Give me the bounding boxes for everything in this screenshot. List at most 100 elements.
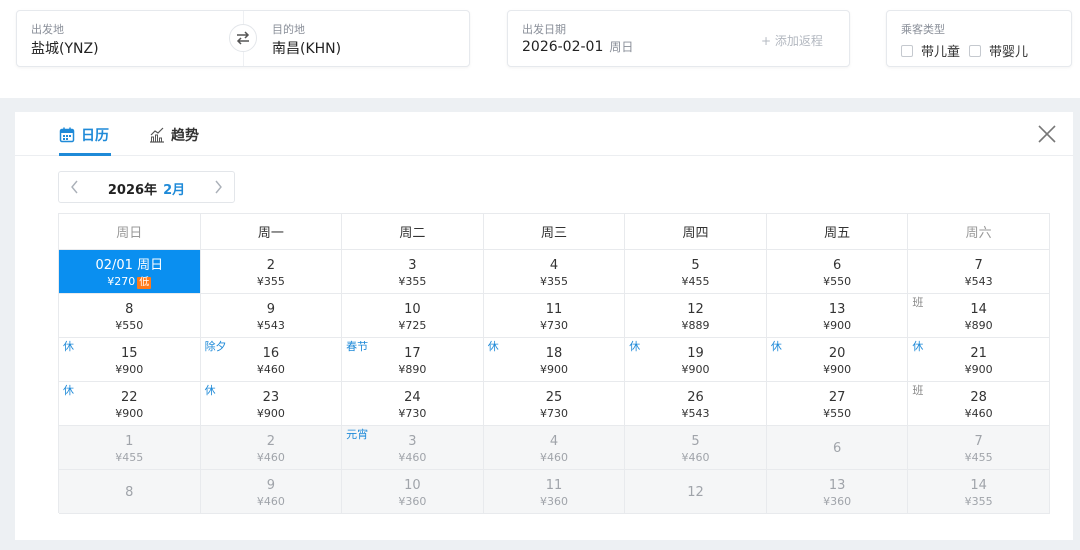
calendar-day[interactable]: 4 ¥460 [483, 426, 626, 470]
calendar-day[interactable]: 4 ¥355 [483, 250, 626, 294]
calendar-day[interactable]: 9 ¥460 [200, 470, 343, 514]
date-card: 出发日期 2026-02-01 周日 + 添加返程 [507, 10, 850, 67]
day-price: ¥900 [539, 363, 568, 376]
day-number: 13 [828, 478, 846, 493]
day-price: ¥900 [256, 407, 285, 420]
calendar-day[interactable]: 11 ¥360 [483, 470, 626, 514]
day-price-row: ¥360 [342, 496, 483, 508]
calendar-day[interactable]: 13 ¥360 [766, 470, 909, 514]
origin-field[interactable]: 出发地 盐城(YNZ) [17, 11, 227, 66]
calendar-day[interactable]: 14 ¥355 [908, 470, 1050, 514]
calendar-week-row: 02/01 周日 ¥270 低 2 ¥355 3 ¥355 4 ¥355 5 ¥455 6 ¥550 7 ¥… [59, 250, 1050, 294]
departure-date-field[interactable]: 出发日期 2026-02-01 周日 [508, 11, 738, 66]
calendar-day[interactable]: 8 [59, 470, 201, 514]
calendar-day[interactable]: 5 ¥455 [625, 250, 767, 294]
add-return-button[interactable]: + 添加返程 [761, 32, 823, 49]
calendar-day[interactable]: 26 ¥543 [625, 382, 767, 426]
day-price: ¥355 [964, 495, 993, 508]
close-button[interactable] [1037, 124, 1057, 144]
calendar-day[interactable]: 10 ¥360 [342, 470, 484, 514]
day-price-row: ¥355 [201, 276, 342, 288]
day-number: 12 [687, 302, 704, 317]
weekday-header-cell: 周二 [342, 214, 484, 250]
calendar-day[interactable]: 7 ¥455 [908, 426, 1050, 470]
calendar-day[interactable]: 休 23 ¥900 [200, 382, 343, 426]
calendar-day[interactable]: 休 22 ¥900 [59, 382, 201, 426]
day-price: ¥730 [539, 319, 568, 332]
calendar-day[interactable]: 5 ¥460 [625, 426, 767, 470]
date-weekday: 周日 [609, 40, 634, 54]
tab-calendar[interactable]: 日历 [59, 125, 109, 145]
calendar-day[interactable]: 1 ¥455 [59, 426, 201, 470]
calendar-day[interactable]: 11 ¥730 [483, 294, 626, 338]
day-price: ¥460 [256, 495, 285, 508]
day-number: 02/01 周日 [95, 258, 164, 273]
day-price-row: ¥460 [908, 408, 1049, 420]
day-number: 9 [266, 302, 275, 317]
day-number: 7 [974, 434, 983, 449]
weekday-header-cell: 周四 [625, 214, 767, 250]
day-price: ¥460 [256, 363, 285, 376]
with-infant-option[interactable]: 带婴儿 [969, 41, 1028, 60]
calendar-day[interactable]: 13 ¥900 [766, 294, 909, 338]
calendar-day[interactable]: 休 18 ¥900 [483, 338, 626, 382]
calendar-day[interactable]: 休 20 ¥900 [766, 338, 909, 382]
day-number: 21 [970, 346, 987, 361]
calendar-day[interactable]: 休 21 ¥900 [908, 338, 1050, 382]
tab-trend[interactable]: 趋势 [149, 125, 199, 145]
calendar-day[interactable]: 6 [766, 426, 909, 470]
day-number: 24 [404, 390, 421, 405]
swap-button[interactable] [229, 24, 257, 52]
with-infant-checkbox[interactable] [969, 44, 981, 57]
calendar-day[interactable]: 除夕 16 ¥460 [200, 338, 343, 382]
destination-field[interactable]: 目的地 南昌(KHN) [259, 11, 469, 66]
month-navigator: 2026年 2月 [58, 171, 235, 203]
calendar-day[interactable]: 休 19 ¥900 [625, 338, 767, 382]
calendar-day-selected[interactable]: 02/01 周日 ¥270 低 [59, 250, 201, 294]
calendar-day[interactable]: 7 ¥543 [908, 250, 1050, 294]
calendar-day[interactable]: 9 ¥543 [200, 294, 343, 338]
calendar-day[interactable]: 3 ¥355 [342, 250, 484, 294]
day-price: ¥460 [539, 451, 568, 464]
with-child-checkbox[interactable] [901, 44, 913, 57]
day-price: ¥355 [398, 275, 427, 288]
search-bar: 出发地 盐城(YNZ) 目的地 南昌(KHN) 出发日期 2026-02-01 周… [0, 0, 1080, 98]
calendar-day[interactable]: 班 28 ¥460 [908, 382, 1050, 426]
day-price: ¥730 [539, 407, 568, 420]
calendar-day[interactable]: 12 ¥889 [625, 294, 767, 338]
calendar-day[interactable]: 24 ¥730 [342, 382, 484, 426]
calendar-week-row: 8 ¥550 9 ¥543 10 ¥725 11 ¥730 12 ¥889 13 ¥900 班 14 ¥89… [59, 294, 1050, 338]
calendar-day[interactable]: 元宵 3 ¥460 [342, 426, 484, 470]
day-price-row: ¥460 [201, 452, 342, 464]
day-number: 23 [262, 390, 280, 405]
calendar-day[interactable]: 10 ¥725 [342, 294, 484, 338]
day-price: ¥360 [539, 495, 568, 508]
day-price-row: ¥725 [342, 320, 483, 332]
day-number: 3 [408, 258, 417, 273]
day-price-row: ¥900 [201, 408, 342, 420]
calendar-day[interactable]: 休 15 ¥900 [59, 338, 201, 382]
calendar-day[interactable]: 8 ¥550 [59, 294, 201, 338]
with-child-option[interactable]: 带儿童 [901, 41, 960, 60]
calendar-day[interactable]: 2 ¥355 [200, 250, 343, 294]
day-number: 13 [828, 302, 846, 317]
calendar-day[interactable]: 2 ¥460 [200, 426, 343, 470]
calendar-day[interactable]: 12 [625, 470, 767, 514]
day-price-row: ¥730 [484, 320, 625, 332]
view-tabs: 日历 趋势 [15, 112, 1073, 156]
day-number: 2 [266, 258, 275, 273]
day-price-row: ¥900 [908, 364, 1049, 376]
calendar-day[interactable]: 27 ¥550 [766, 382, 909, 426]
tab-calendar-label: 日历 [81, 128, 109, 144]
year-text: 2026年 [107, 183, 158, 198]
day-number: 8 [125, 485, 134, 500]
next-month-button[interactable] [210, 179, 226, 195]
calendar-day[interactable]: 25 ¥730 [483, 382, 626, 426]
origin-label: 出发地 [31, 23, 64, 36]
day-price: ¥460 [964, 407, 993, 420]
day-price: ¥360 [823, 495, 852, 508]
day-price: ¥460 [398, 451, 427, 464]
calendar-day[interactable]: 春节 17 ¥890 [342, 338, 484, 382]
calendar-day[interactable]: 班 14 ¥890 [908, 294, 1050, 338]
calendar-day[interactable]: 6 ¥550 [766, 250, 909, 294]
